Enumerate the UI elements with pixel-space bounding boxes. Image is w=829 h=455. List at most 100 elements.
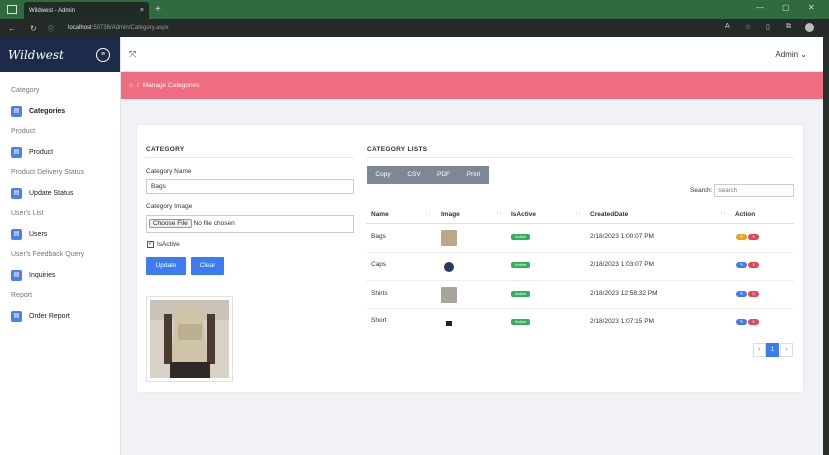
- users-icon: ▤: [11, 228, 22, 240]
- sort-icon[interactable]: ↑↓: [720, 211, 726, 217]
- browser-tab-bar: Wildwest - Admin × + — ▢ ✕: [0, 0, 829, 19]
- sidebar-item-order-report[interactable]: ▤ Order Report: [0, 310, 120, 322]
- next-page-button[interactable]: ›: [780, 343, 793, 357]
- clear-button[interactable]: Clear: [191, 257, 224, 275]
- delete-icon[interactable]: ✕: [748, 262, 759, 268]
- row-divider: [366, 252, 794, 253]
- row-name: Bags: [371, 233, 386, 240]
- delete-icon[interactable]: ✕: [748, 319, 759, 325]
- address-bar: ← ↻ ⓘ localhost:50736/Admin/Category.asp…: [0, 19, 829, 37]
- page-1-button[interactable]: 1: [766, 343, 779, 357]
- sidebar-item-label: Inquiries: [29, 271, 56, 279]
- fullscreen-icon[interactable]: ⤧: [129, 49, 136, 60]
- delete-icon[interactable]: ✕: [748, 234, 759, 240]
- isactive-checkbox[interactable]: ✓: [147, 241, 154, 248]
- col-isactive[interactable]: IsActive: [511, 211, 536, 218]
- no-file-text: No file chosen: [193, 220, 235, 227]
- back-icon[interactable]: ←: [8, 24, 22, 33]
- sidebar-item-label: Categories: [29, 107, 66, 115]
- sidebar-item-users[interactable]: ▤ Users: [0, 228, 120, 240]
- maximize-icon[interactable]: ▢: [782, 3, 790, 12]
- browser-tab[interactable]: Wildwest - Admin ×: [24, 2, 149, 19]
- print-button[interactable]: Print: [458, 166, 489, 184]
- sidebar-section-report: Report: [11, 292, 33, 299]
- window-menu-icon[interactable]: [7, 5, 17, 14]
- url-field[interactable]: localhost:50736/Admin/Category.aspx: [68, 25, 169, 31]
- read-aloud-icon[interactable]: A: [725, 23, 730, 30]
- breadcrumb-separator: /: [136, 82, 139, 89]
- row-date: 2/18/2023 1:03:07 PM: [590, 261, 654, 268]
- prev-page-button[interactable]: ‹: [753, 343, 766, 357]
- favorite-icon[interactable]: ☆: [745, 23, 751, 31]
- url-host: localhost: [68, 25, 92, 31]
- search-input[interactable]: [714, 184, 794, 197]
- top-header: ⤧ Admin ⌄: [121, 37, 829, 72]
- sidebar-section-delivery: Product Delivery Status: [11, 169, 85, 176]
- sort-icon[interactable]: ↑↓: [575, 211, 581, 217]
- sidebar-item-categories[interactable]: ▤ Categories: [0, 105, 120, 117]
- row-divider: [366, 308, 794, 309]
- breadcrumb: ⌂ / Manage Categories: [121, 72, 829, 99]
- short-image: [446, 321, 452, 326]
- update-status-icon: ▤: [11, 187, 22, 199]
- choose-file-button[interactable]: Choose File: [149, 219, 192, 228]
- tab-title: Wildwest - Admin: [29, 7, 76, 14]
- col-name[interactable]: Name: [371, 211, 389, 218]
- tab-close-icon[interactable]: ×: [140, 7, 144, 14]
- csv-button[interactable]: CSV: [399, 166, 429, 184]
- sidebar-item-update-status[interactable]: ▤ Update Status: [0, 187, 120, 199]
- category-name-input[interactable]: Bags: [146, 179, 354, 194]
- edit-icon[interactable]: ✎: [736, 319, 747, 325]
- row-thumbnail: [441, 230, 457, 246]
- home-icon[interactable]: ⌂: [129, 82, 133, 89]
- row-thumbnail: [441, 287, 457, 303]
- list-heading: CATEGORY LISTS: [367, 146, 428, 153]
- product-icon: ▤: [11, 146, 22, 158]
- edit-icon[interactable]: ✎: [736, 262, 747, 268]
- col-image[interactable]: Image: [441, 211, 460, 218]
- sidebar-item-label: Update Status: [29, 189, 74, 197]
- row-date: 2/18/2023 1:07:15 PM: [590, 318, 654, 325]
- pdf-button[interactable]: PDF: [429, 166, 458, 184]
- minimize-icon[interactable]: —: [756, 3, 764, 12]
- info-icon[interactable]: ⓘ: [48, 24, 54, 33]
- status-badge: Active: [511, 319, 530, 325]
- collections-icon[interactable]: ⧉: [786, 23, 791, 31]
- file-input[interactable]: Choose File No file chosen: [146, 215, 354, 233]
- sidebar-item-inquiries[interactable]: ▤ Inquiries: [0, 269, 120, 281]
- sort-icon[interactable]: ↑↓: [425, 211, 431, 217]
- chevron-down-icon: ⌄: [800, 50, 807, 59]
- col-action: Action: [735, 211, 756, 218]
- form-divider: [146, 157, 354, 158]
- user-name: Admin: [775, 50, 799, 59]
- edit-icon[interactable]: ✎: [736, 234, 747, 240]
- menu-toggle-icon[interactable]: ≡: [96, 48, 110, 62]
- sidebar: Wildwest ≡ Category ▤ Categories Product …: [0, 37, 121, 455]
- row-divider: [366, 280, 794, 281]
- refresh-icon[interactable]: ↻: [30, 24, 44, 33]
- sort-icon[interactable]: ↑↓: [496, 211, 502, 217]
- list-divider: [366, 157, 794, 158]
- sidebar-item-label: Users: [29, 230, 48, 238]
- row-name: Short: [371, 317, 387, 324]
- category-name-label: Category Name: [146, 168, 192, 175]
- window-close-icon[interactable]: ✕: [808, 3, 815, 12]
- copy-button[interactable]: Copy: [367, 166, 399, 184]
- split-screen-icon[interactable]: ▯: [766, 23, 770, 31]
- col-created-date[interactable]: CreatedDate: [590, 211, 628, 218]
- profile-avatar[interactable]: [805, 23, 814, 32]
- delete-icon[interactable]: ✕: [748, 291, 759, 297]
- row-date: 2/18/2023 12:58:32 PM: [590, 290, 658, 297]
- url-path: :50736/Admin/Category.aspx: [91, 25, 169, 31]
- isactive-label: IsActive: [157, 241, 180, 248]
- edit-icon[interactable]: ✎: [736, 291, 747, 297]
- order-report-icon: ▤: [11, 310, 22, 322]
- user-menu[interactable]: Admin ⌄: [775, 50, 807, 59]
- form-heading: CATEGORY: [146, 146, 185, 153]
- sidebar-item-product[interactable]: ▤ Product: [0, 146, 120, 158]
- new-tab-button[interactable]: +: [155, 4, 161, 15]
- search-label: Search:: [690, 187, 713, 194]
- inquiries-icon: ▤: [11, 269, 22, 281]
- update-button[interactable]: Update: [146, 257, 186, 275]
- category-image-label: Category Image: [146, 203, 193, 210]
